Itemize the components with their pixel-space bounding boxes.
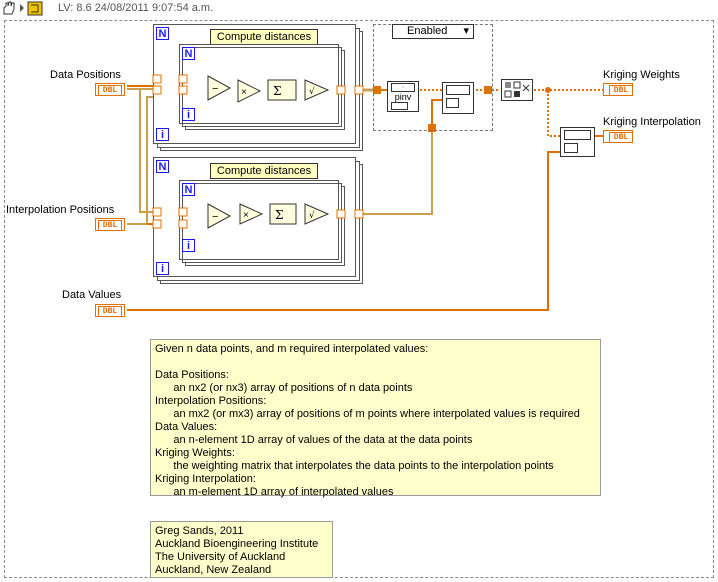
- matrix-icon: ·: [391, 83, 415, 92]
- loop-bottom-index-terminal: i: [156, 262, 169, 275]
- kriging-interpolation-label: Kriging Interpolation: [603, 116, 701, 128]
- credit-comment: Greg Sands, 2011 Auckland Bioengineering…: [150, 521, 333, 578]
- interpolation-positions-type: DBL: [98, 220, 122, 231]
- for-loop-top-inner[interactable]: N i: [179, 44, 339, 124]
- data-positions-terminal[interactable]: DBL: [95, 83, 125, 96]
- data-values-terminal[interactable]: DBL: [95, 304, 125, 317]
- description-comment: Given n data points, and m required inte…: [150, 339, 601, 498]
- data-positions-type: DBL: [98, 85, 122, 96]
- loop-top-count-terminal[interactable]: N: [156, 27, 169, 40]
- kriging-weights-type: DBL: [609, 85, 633, 96]
- inner-loop-top-count-terminal[interactable]: N: [182, 47, 195, 60]
- pinv-node[interactable]: · pinv: [387, 81, 419, 112]
- data-values-type: DBL: [98, 306, 122, 317]
- subdiagram-label-top: Compute distances: [210, 29, 318, 45]
- inner-loop-bottom-count-terminal[interactable]: N: [182, 183, 195, 196]
- disable-structure[interactable]: [373, 24, 493, 131]
- inverse-icon: [391, 102, 408, 110]
- kriging-weights-label: Kriging Weights: [603, 69, 680, 81]
- interpolation-positions-terminal[interactable]: DBL: [95, 218, 125, 231]
- for-loop-bottom-inner[interactable]: N i: [179, 180, 339, 260]
- loop-top-index-terminal: i: [156, 128, 169, 141]
- kriging-weights-terminal[interactable]: DBL: [603, 83, 633, 96]
- inner-loop-top-index-terminal: i: [182, 108, 195, 121]
- pinv-label: pinv: [394, 92, 412, 102]
- matrix-b-icon: [446, 98, 459, 108]
- kriging-interpolation-terminal[interactable]: DBL: [603, 130, 633, 143]
- transpose-node[interactable]: [501, 79, 533, 101]
- data-values-label: Data Values: [62, 289, 122, 301]
- matrix-a-icon: [446, 85, 470, 95]
- matrix-vector-multiply-node[interactable]: [560, 127, 595, 157]
- matrix-icon-2: [564, 130, 591, 140]
- inner-loop-bottom-index-terminal: i: [182, 239, 195, 252]
- matrix-multiply-node[interactable]: [442, 82, 474, 114]
- data-positions-label: Data Positions: [50, 69, 121, 81]
- case-selector[interactable]: Enabled ▾: [392, 24, 474, 39]
- chevron-down-icon: ▾: [463, 25, 469, 37]
- vector-icon: [564, 143, 578, 153]
- subdiagram-label-bottom: Compute distances: [210, 163, 318, 179]
- interpolation-positions-label: Interpolation Positions: [6, 204, 115, 216]
- loop-bottom-count-terminal[interactable]: N: [156, 160, 169, 173]
- transpose-icon: [504, 81, 530, 98]
- kriging-interpolation-type: DBL: [609, 132, 633, 143]
- case-selector-value: Enabled: [407, 25, 448, 37]
